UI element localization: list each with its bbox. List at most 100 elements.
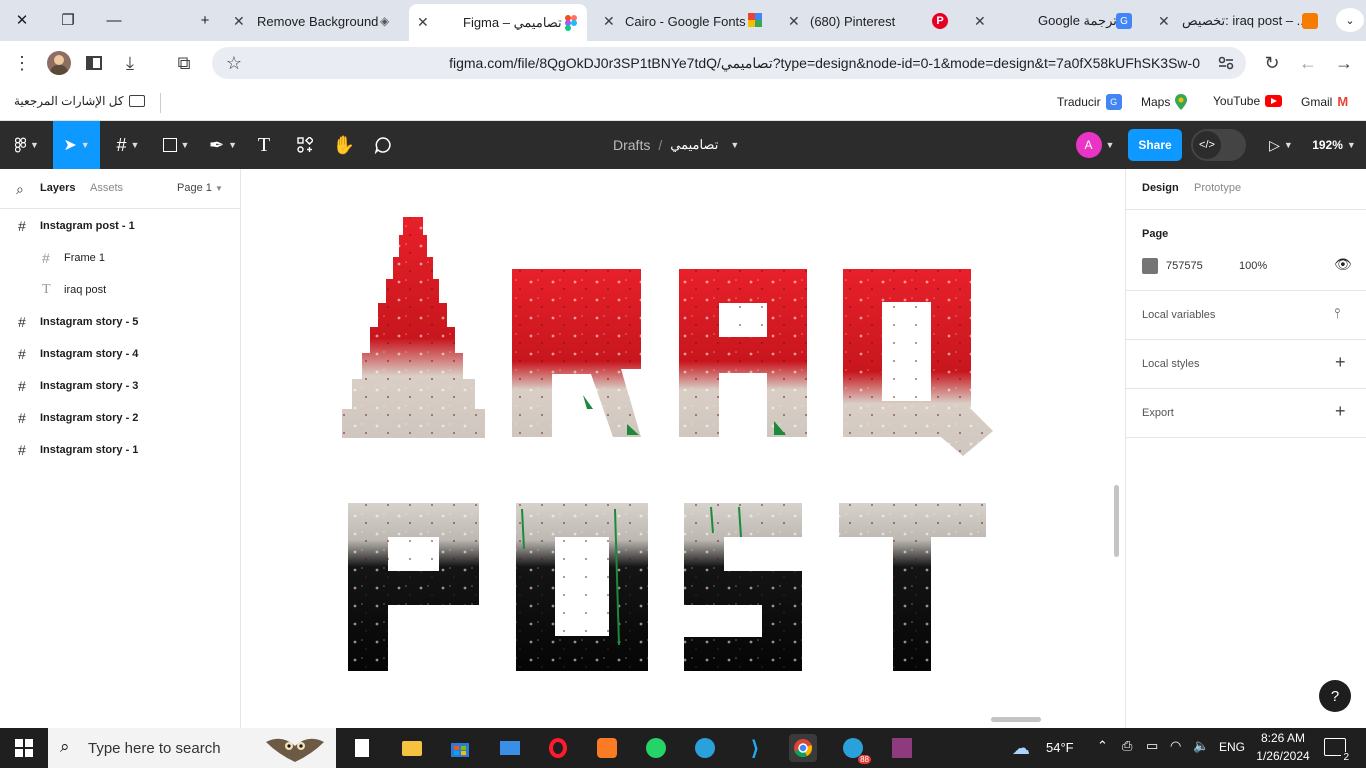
notification-center-icon[interactable]: 2	[1324, 738, 1351, 763]
present-button[interactable]: ▷ ▼	[1262, 121, 1300, 169]
vscode-icon[interactable]: ⟩	[741, 734, 769, 762]
weather-temperature[interactable]: 54°F	[1046, 740, 1074, 755]
iraq-post-artwork[interactable]	[241, 169, 1125, 728]
pen-tool-button[interactable]: ✒ ▼	[203, 121, 243, 169]
layer-row[interactable]: # Instagram story - 3	[0, 370, 240, 402]
layer-row[interactable]: # Instagram story - 4	[0, 338, 240, 370]
clock-date[interactable]: 1/26/2024	[1253, 749, 1313, 763]
shape-tool-button[interactable]: ▼	[156, 121, 196, 169]
cloud-weather-icon[interactable]: ☁	[1012, 738, 1030, 759]
wifi-icon[interactable]: ◠	[1170, 738, 1181, 754]
layer-row[interactable]: T iraq post	[0, 274, 240, 306]
tab-google-translate[interactable]: ✕ Google ترجمة G	[966, 7, 1144, 35]
move-tool-button[interactable]: ➤ ▼	[53, 121, 100, 169]
forward-arrow-icon[interactable]: →	[1332, 51, 1356, 75]
layer-row[interactable]: # Instagram story - 2	[0, 402, 240, 434]
canvas-vertical-scrollbar[interactable]	[1114, 485, 1119, 557]
telegram-icon[interactable]	[691, 734, 719, 762]
dev-mode-toggle[interactable]: </>	[1191, 129, 1246, 161]
multiplayer-avatar[interactable]: A ▼	[1072, 121, 1118, 169]
microsoft-store-icon[interactable]	[446, 734, 474, 762]
variables-settings-icon[interactable]: ⫯	[1334, 305, 1340, 322]
blank-document-icon[interactable]	[348, 734, 376, 762]
tab-layers[interactable]: Layers	[40, 182, 75, 194]
layer-row[interactable]: # Instagram post - 1	[0, 210, 240, 242]
bookmark-star-icon[interactable]: ☆	[222, 51, 246, 75]
tab-close-icon[interactable]: ✕	[788, 13, 800, 30]
clock-time[interactable]: 8:26 AM	[1258, 731, 1308, 745]
tab-search-chevron-icon[interactable]: ⌄	[1336, 8, 1364, 32]
winrar-icon[interactable]	[888, 734, 916, 762]
file-explorer-icon[interactable]	[398, 734, 426, 762]
reload-icon[interactable]: ↻	[1260, 51, 1284, 75]
side-panel-icon[interactable]	[82, 51, 106, 75]
zoom-menu[interactable]: 192% ▼	[1310, 121, 1358, 169]
file-name[interactable]: تصاميمي	[670, 137, 718, 153]
tab-google-fonts[interactable]: ✕ Cairo - Google Fonts	[595, 7, 775, 35]
taskbar-search-box[interactable]: ⌕ Type here to search	[48, 728, 336, 768]
bookmark-traducir[interactable]: Traducir G	[1057, 94, 1122, 110]
tab-close-icon[interactable]: ✕	[233, 13, 245, 30]
tab-prototype[interactable]: Prototype	[1194, 182, 1241, 194]
whatsapp-icon[interactable]	[642, 734, 670, 762]
tab-close-icon[interactable]: ✕	[417, 14, 429, 31]
tab-design[interactable]: Design	[1142, 182, 1179, 194]
tab-remove-background[interactable]: ✕ Remove Background ◈	[225, 7, 405, 35]
extensions-icon[interactable]: ⧉	[172, 51, 196, 75]
battery-icon[interactable]: ▭	[1146, 738, 1158, 754]
menu-dots-icon[interactable]: ⋮	[10, 51, 34, 75]
windows-start-icon[interactable]	[10, 734, 38, 762]
help-button[interactable]: ?	[1319, 680, 1351, 712]
figma-main-menu-button[interactable]: ▼	[10, 121, 44, 169]
tab-assets[interactable]: Assets	[90, 182, 123, 194]
tab-customize-iraq-post[interactable]: ✕ تخصيص: iraq post – ...	[1150, 7, 1330, 35]
file-breadcrumb[interactable]: Drafts / تصاميمي ▼	[590, 121, 740, 169]
all-bookmarks-button[interactable]: كل الإشارات المرجعية	[14, 94, 145, 108]
tab-pinterest[interactable]: ✕ (680) Pinterest P	[780, 7, 960, 35]
tab-close-icon[interactable]: ✕	[1158, 13, 1170, 30]
export-section[interactable]: Export +	[1126, 389, 1366, 438]
add-export-plus-icon[interactable]: +	[1335, 401, 1346, 422]
opera-icon[interactable]	[544, 734, 572, 762]
chrome-icon[interactable]	[789, 734, 817, 762]
input-language[interactable]: ENG	[1219, 740, 1245, 754]
page-color-opacity[interactable]: 100%	[1239, 260, 1267, 272]
tab-close-icon[interactable]: ✕	[603, 13, 615, 30]
volume-icon[interactable]: 🔈	[1193, 738, 1209, 754]
comment-tool-button[interactable]	[371, 121, 395, 169]
telegram-badge-icon[interactable]: 88	[839, 734, 871, 764]
url-text[interactable]: figma.com/file/8QgOkDJ0r3SP1tBNYe7tdQ/تص…	[449, 55, 1200, 72]
new-tab-icon[interactable]: +	[191, 8, 219, 32]
add-style-plus-icon[interactable]: +	[1335, 352, 1346, 373]
breadcrumb-team[interactable]: Drafts	[613, 137, 650, 153]
local-styles-section[interactable]: Local styles +	[1126, 340, 1366, 389]
frame-tool-button[interactable]: # ▼	[108, 121, 148, 169]
xampp-icon[interactable]	[593, 734, 621, 762]
search-icon[interactable]: ⌕	[16, 181, 24, 198]
design-canvas[interactable]	[241, 169, 1125, 728]
address-bar[interactable]: ☆ figma.com/file/8QgOkDJ0r3SP1tBNYe7tdQ/…	[212, 47, 1246, 79]
back-arrow-icon[interactable]: ←	[1296, 51, 1320, 75]
window-close-icon[interactable]: ✕	[8, 8, 36, 32]
local-variables-section[interactable]: Local variables ⫯	[1126, 291, 1366, 340]
layer-row[interactable]: # Instagram story - 1	[0, 434, 240, 466]
download-icon[interactable]: ⤓	[118, 51, 142, 75]
tab-figma[interactable]: ✕ Figma – تصاميمي	[409, 4, 587, 41]
text-tool-button[interactable]: T	[252, 121, 276, 169]
layer-row[interactable]: # Instagram story - 5	[0, 306, 240, 338]
canvas-horizontal-scrollbar[interactable]	[991, 717, 1041, 722]
page-selector[interactable]: Page 1 ▼	[177, 182, 223, 194]
page-color-swatch[interactable]	[1142, 258, 1158, 274]
window-minimize-icon[interactable]: —	[100, 8, 128, 32]
layer-row[interactable]: # Frame 1	[0, 242, 240, 274]
share-button[interactable]: Share	[1128, 129, 1182, 161]
tab-close-icon[interactable]: ✕	[974, 13, 986, 30]
profile-avatar[interactable]	[47, 51, 71, 75]
resources-tool-button[interactable]	[293, 121, 317, 169]
window-restore-icon[interactable]: ❐	[54, 8, 82, 32]
site-settings-icon[interactable]	[1214, 51, 1238, 75]
bookmark-gmail[interactable]: Gmail M	[1301, 94, 1348, 109]
tray-chevron-up-icon[interactable]: ⌃	[1097, 738, 1108, 754]
bookmark-maps[interactable]: Maps	[1141, 94, 1188, 110]
tray-device-icon[interactable]: ⎙	[1122, 738, 1132, 754]
